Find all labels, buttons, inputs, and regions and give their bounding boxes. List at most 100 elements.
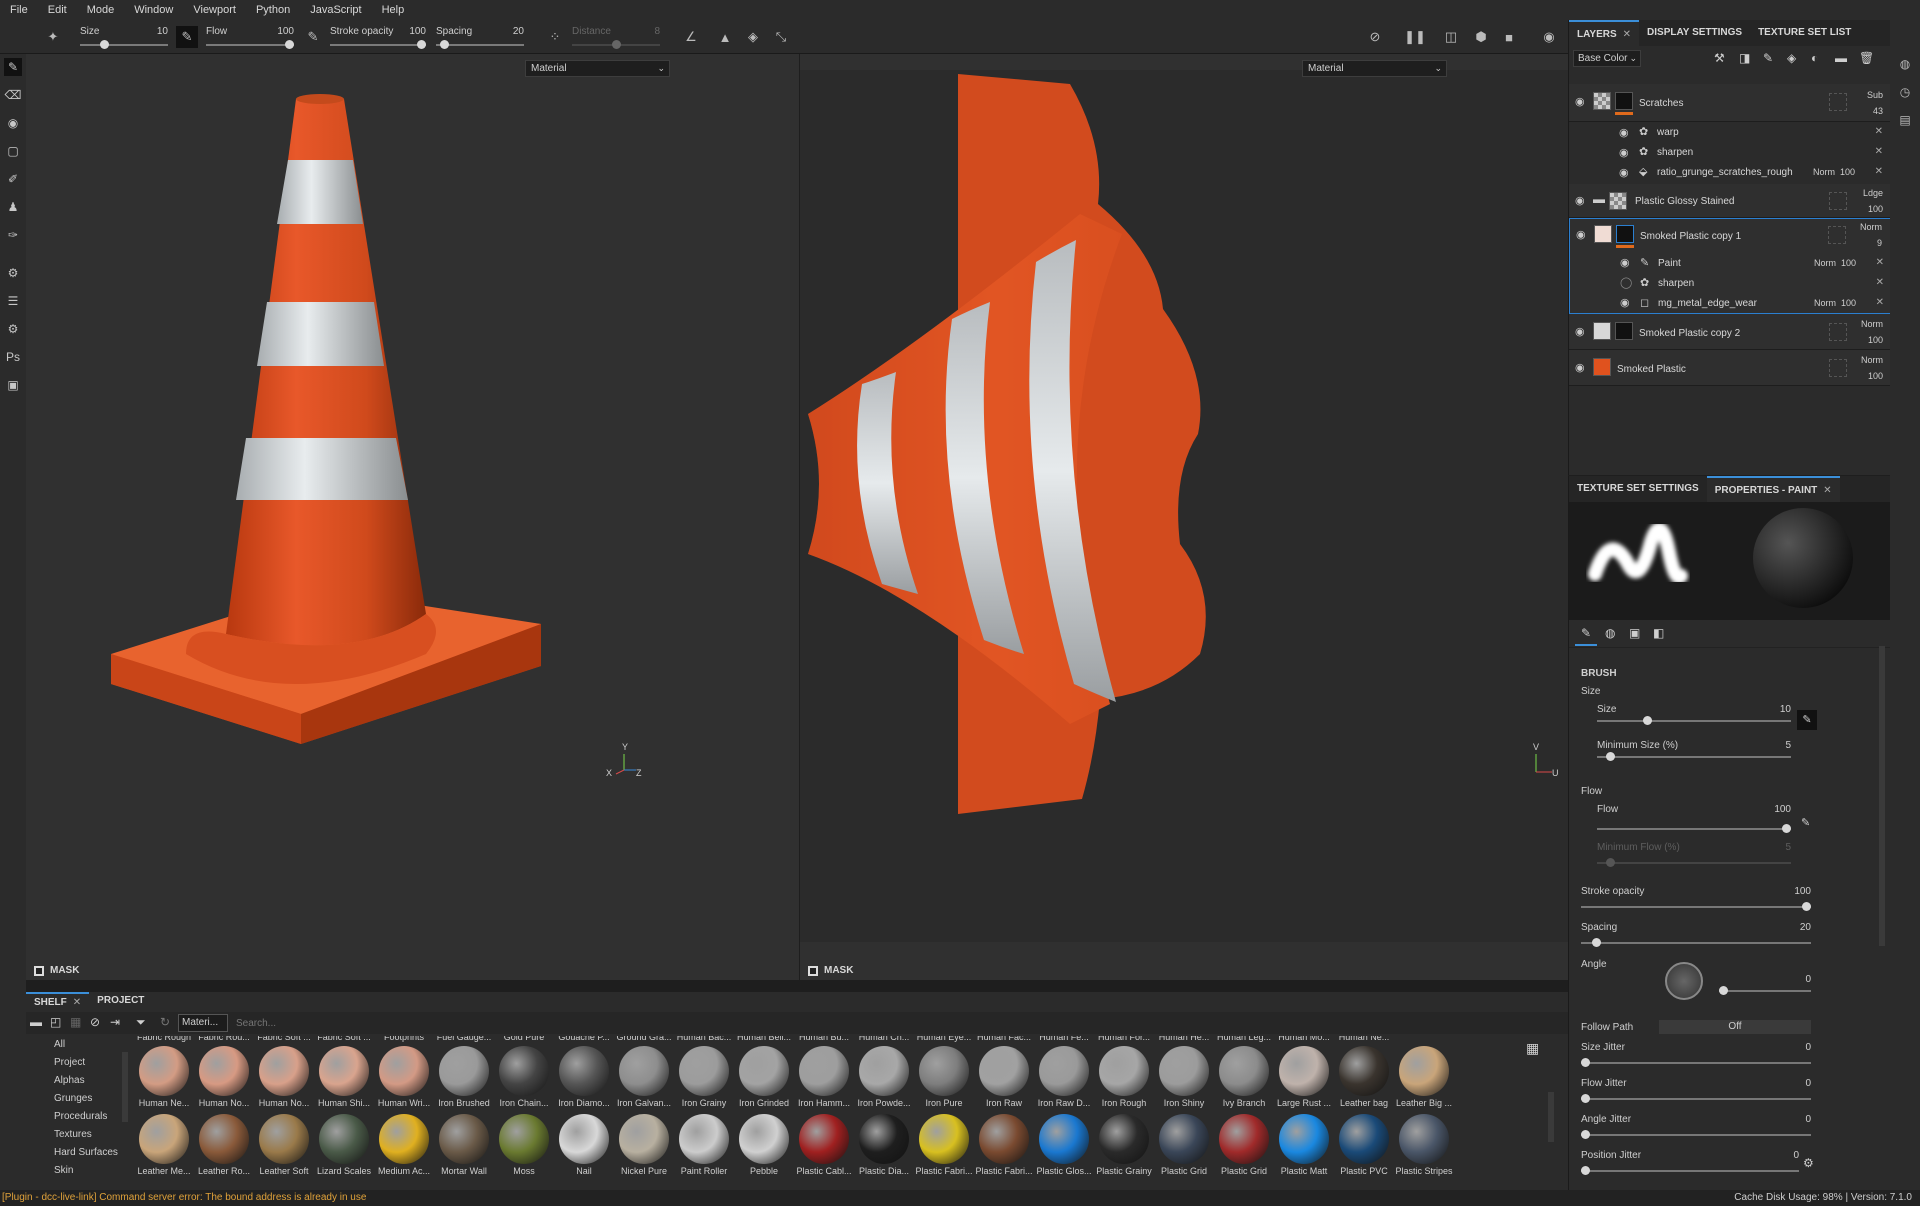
eraser-icon[interactable]: ⌫ — [4, 86, 22, 104]
shelf-material-item[interactable]: Leather Me... — [134, 1114, 194, 1176]
flow-pressure-icon[interactable]: ✎ — [1801, 816, 1810, 829]
shelf-material-item[interactable]: Human Wri... — [374, 1046, 434, 1108]
effect-row[interactable]: ◉ ✿ warp ✕ — [1569, 122, 1891, 142]
shelf-material-item[interactable]: Iron Grinded — [734, 1046, 794, 1108]
layer-mask-slot[interactable] — [1828, 226, 1846, 244]
eye-icon[interactable]: ◉ — [1575, 96, 1587, 108]
shelf-material-item[interactable]: Leather Soft — [254, 1114, 314, 1176]
close-icon[interactable]: ✕ — [1875, 126, 1883, 137]
menu-file[interactable]: File — [0, 4, 38, 16]
shelf-material-item[interactable]: Plastic Fabri... — [974, 1114, 1034, 1176]
shelf-material-item[interactable]: Plastic Dia... — [854, 1114, 914, 1176]
add-effect-icon[interactable]: ⚒ — [1714, 51, 1725, 65]
layer-mask-slot[interactable] — [1829, 323, 1847, 341]
shelf-material-item[interactable]: Iron Grainy — [674, 1046, 734, 1108]
filter-chip[interactable]: Materi...✕ — [178, 1014, 241, 1032]
settings-icon[interactable]: ⚙ — [4, 320, 22, 338]
close-icon[interactable]: ✕ — [1876, 297, 1884, 308]
viewport-2d[interactable]: Material ⌄ V U MASK — [800, 54, 1568, 980]
eye-icon[interactable]: ◉ — [1576, 229, 1588, 241]
close-icon[interactable]: ✕ — [1876, 277, 1884, 288]
grid-view-icon[interactable]: ▦ — [1526, 1040, 1539, 1057]
tab-properties-paint[interactable]: PROPERTIES - PAINT ✕ — [1706, 476, 1840, 502]
layer-scratches[interactable]: ◉ Scratches Sub 43 — [1569, 84, 1891, 122]
shelf-material-item[interactable]: Moss — [494, 1114, 554, 1176]
history-icon[interactable]: ◷ — [1897, 84, 1913, 100]
flow-pressure-icon[interactable]: ✎ — [302, 26, 324, 48]
shelf-search-input[interactable] — [232, 1014, 1562, 1032]
eye-icon[interactable]: ◉ — [1575, 326, 1587, 338]
shelf-material-item[interactable]: Plastic Matt — [1274, 1114, 1334, 1176]
menu-help[interactable]: Help — [372, 4, 415, 16]
layer-opacity[interactable]: 9 — [1877, 238, 1882, 248]
shelf-material-item[interactable]: Iron Rough — [1094, 1046, 1154, 1108]
shelf-category-textures[interactable]: Textures — [26, 1126, 146, 1144]
toolbar-flow-slider[interactable]: Flow 100 — [206, 24, 294, 50]
layer-mask-slot[interactable] — [1829, 93, 1847, 111]
shelf-material-item[interactable]: Ivy Branch — [1214, 1046, 1274, 1108]
shelf-material-item[interactable]: Iron Raw D... — [1034, 1046, 1094, 1108]
min-size-knob[interactable] — [1606, 752, 1615, 761]
add-paint-layer-icon[interactable]: ✎ — [1763, 51, 1773, 65]
spacing-knob[interactable] — [1592, 938, 1601, 947]
layer-blend-mode[interactable]: Sub — [1867, 90, 1883, 100]
filter-icon[interactable]: ⏷ — [136, 1015, 146, 1030]
globe-icon[interactable]: ◍ — [1897, 56, 1913, 72]
flow-knob[interactable] — [1782, 824, 1791, 833]
align-icon[interactable]: ☰ — [4, 292, 22, 310]
stencil-icon[interactable]: ▣ — [1629, 626, 1640, 640]
hide-icon[interactable]: ⊘ — [1364, 26, 1386, 48]
effect-blend-mode[interactable]: Norm 100 — [1813, 167, 1855, 177]
layer-plastic-glossy-stained[interactable]: ◉ ▬ Plastic Glossy Stained Ldge 100 — [1569, 184, 1891, 218]
shelf-material-item[interactable]: Iron Brushed — [434, 1046, 494, 1108]
toolbar-distance-knob[interactable] — [612, 40, 621, 49]
tab-display-settings[interactable]: DISPLAY SETTINGS — [1639, 20, 1750, 46]
angle-icon[interactable]: ∠ — [680, 26, 702, 48]
add-folder-icon[interactable]: ▬ — [1835, 51, 1847, 65]
shelf-material-item[interactable]: Iron Diamo... — [554, 1046, 614, 1108]
follow-path-toggle[interactable]: Off — [1659, 1020, 1811, 1034]
angle-dial[interactable] — [1665, 962, 1703, 1000]
angle-jitter-knob[interactable] — [1581, 1130, 1590, 1139]
add-smart-material-icon[interactable]: ◐ — [1811, 51, 1818, 65]
eye-icon[interactable]: ◉ — [1619, 166, 1629, 179]
shelf-material-item[interactable]: Human No... — [254, 1046, 314, 1108]
toolbar-spacing-knob[interactable] — [440, 40, 449, 49]
shelf-material-item[interactable]: Medium Ac... — [374, 1114, 434, 1176]
tab-texture-set-settings[interactable]: TEXTURE SET SETTINGS — [1569, 476, 1707, 502]
pause-icon[interactable]: ❚❚ — [1404, 26, 1426, 48]
size-jitter-knob[interactable] — [1581, 1058, 1590, 1067]
layer-opacity[interactable]: 100 — [1868, 335, 1883, 345]
delete-layer-icon[interactable]: 🗑 — [1859, 51, 1874, 65]
folder-icon[interactable]: ▬ — [30, 1015, 42, 1029]
pen-pressure-icon[interactable]: ✎ — [1797, 710, 1817, 730]
shelf-material-item[interactable]: Nail — [554, 1114, 614, 1176]
shelf-material-item[interactable]: Plastic PVC — [1334, 1114, 1394, 1176]
menu-edit[interactable]: Edit — [38, 4, 77, 16]
shelf-material-item[interactable]: Mortar Wall — [434, 1114, 494, 1176]
transform-icon[interactable]: ⤡ — [770, 26, 792, 48]
viewport-right-material-select[interactable]: Material ⌄ — [1302, 60, 1447, 77]
eye-icon[interactable]: ◉ — [1620, 297, 1632, 309]
effect-row[interactable]: ◉ ✎ Paint Norm 100 ✕ — [1570, 253, 1892, 273]
shelf-material-item[interactable]: Lizard Scales — [314, 1114, 374, 1176]
eye-icon[interactable]: ◉ — [1620, 257, 1632, 269]
bake-icon[interactable]: ⚙ — [4, 264, 22, 282]
split-view-icon[interactable]: ◫ — [1440, 26, 1462, 48]
material-icon[interactable]: ◧ — [1653, 626, 1664, 640]
layer-blend-mode[interactable]: Norm — [1860, 222, 1882, 232]
layer-mask-slot[interactable] — [1829, 192, 1847, 210]
shelf-category-hard-surfaces[interactable]: Hard Surfaces — [26, 1144, 146, 1162]
import-icon[interactable]: ⇥ — [110, 1015, 120, 1029]
shelf-material-item[interactable]: Human No... — [194, 1046, 254, 1108]
shelf-scrollbar[interactable] — [1548, 1092, 1554, 1142]
shelf-material-item[interactable]: Iron Hamm... — [794, 1046, 854, 1108]
tab-project[interactable]: PROJECT — [89, 992, 152, 1010]
brush-icon[interactable]: ✎ — [1575, 626, 1597, 646]
close-icon[interactable]: ✕ — [1623, 29, 1631, 40]
shelf-material-item[interactable]: Iron Chain... — [494, 1046, 554, 1108]
shelf-material-item[interactable]: Plastic Grid — [1214, 1114, 1274, 1176]
toolbar-spacing-slider[interactable]: Spacing 20 — [436, 24, 524, 50]
eye-icon[interactable]: ◉ — [1575, 195, 1587, 207]
toolbar-size-slider[interactable]: Size 10 — [80, 24, 168, 50]
